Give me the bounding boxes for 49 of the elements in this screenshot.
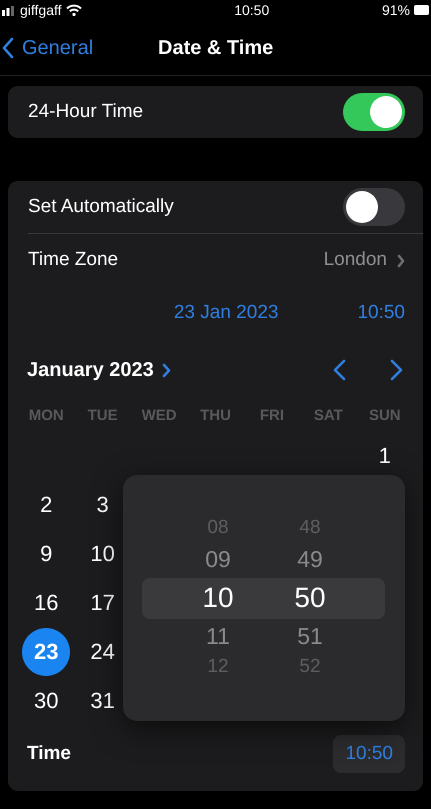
setting-label: Time xyxy=(27,742,72,766)
chevron-right-icon xyxy=(397,254,405,268)
back-chevron-icon xyxy=(2,36,14,58)
chevron-right-icon xyxy=(390,359,403,381)
setting-value: London xyxy=(324,248,387,272)
weekday-label: SAT xyxy=(314,406,343,426)
calendar-day[interactable]: 16 xyxy=(22,578,70,626)
picker-value[interactable]: 49 xyxy=(297,542,323,576)
picker-value[interactable]: 51 xyxy=(297,618,323,654)
weekday-label: MON xyxy=(28,406,64,426)
month-selector[interactable]: January 2023 xyxy=(27,355,171,385)
picker-value[interactable]: 11 xyxy=(206,618,230,654)
setting-label: Time Zone xyxy=(28,248,118,272)
date-value[interactable]: 23 Jan 2023 xyxy=(174,298,278,328)
calendar-day[interactable]: 10 xyxy=(78,530,127,578)
status-time: 10:50 xyxy=(234,0,270,20)
wifi-icon xyxy=(66,4,82,16)
calendar-day[interactable]: 17 xyxy=(78,578,127,626)
calendar-day[interactable]: 23 xyxy=(22,628,70,676)
calendar-day[interactable]: 2 xyxy=(22,480,70,528)
battery-percent: 91% xyxy=(382,0,410,20)
calendar-day[interactable]: 30 xyxy=(22,676,70,724)
chevron-left-icon xyxy=(333,359,346,381)
toggle-switch[interactable] xyxy=(343,93,405,131)
weekday-label: SUN xyxy=(368,406,401,426)
weekday-label: TUE xyxy=(88,406,118,426)
picker-value[interactable]: 09 xyxy=(205,542,231,576)
calendar-day[interactable]: 3 xyxy=(78,480,127,528)
setting-label: 24-Hour Time xyxy=(28,100,144,124)
weekday-label: WED xyxy=(142,406,177,426)
next-month-button[interactable] xyxy=(388,357,405,383)
weekday-label: THU xyxy=(200,406,231,426)
calendar-day[interactable]: 9 xyxy=(22,530,70,578)
calendar-day[interactable]: 31 xyxy=(78,676,127,724)
picker-value[interactable]: 10 xyxy=(202,576,234,618)
battery-icon xyxy=(412,4,429,16)
calendar-day[interactable]: 1 xyxy=(360,432,409,480)
chevron-right-icon xyxy=(162,362,171,378)
previous-month-button[interactable] xyxy=(331,357,348,383)
toggle-switch[interactable] xyxy=(343,188,405,226)
carrier-name: giffgaff xyxy=(20,0,62,20)
setting-label: Set Automatically xyxy=(28,194,174,219)
back-link[interactable]: General xyxy=(0,32,94,62)
time-value[interactable]: 10:50 xyxy=(357,298,405,328)
weekday-label: FRI xyxy=(260,406,284,426)
picker-value[interactable]: 50 xyxy=(294,576,326,618)
page-title: Date & Time xyxy=(158,36,274,60)
signal-icon xyxy=(2,4,16,16)
calendar-day[interactable]: 24 xyxy=(78,628,127,676)
